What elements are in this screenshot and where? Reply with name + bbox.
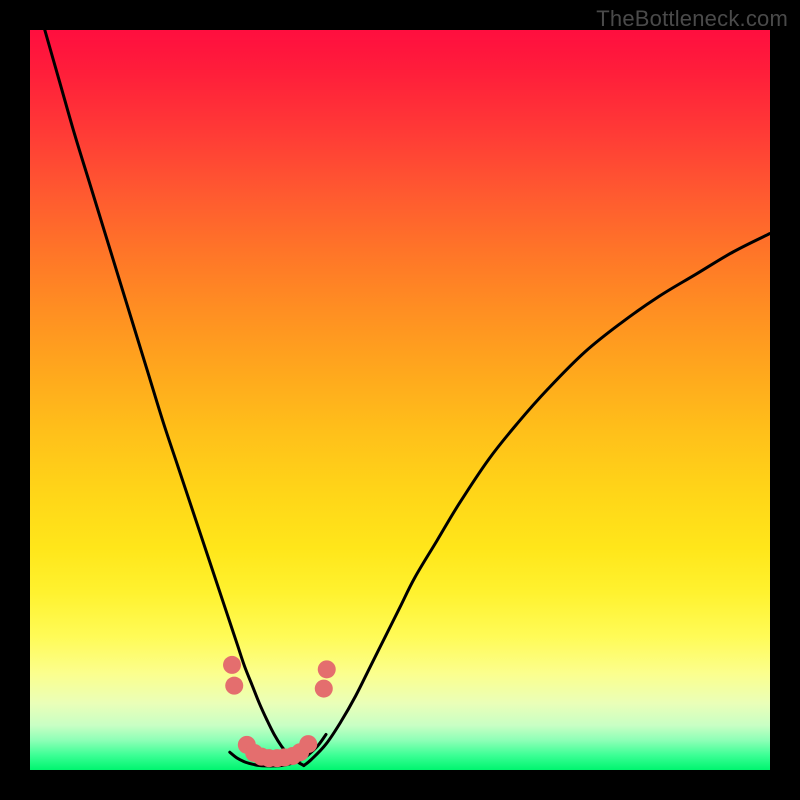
brand-watermark: TheBottleneck.com	[596, 6, 788, 32]
plot-area	[30, 30, 770, 770]
chart-svg	[30, 30, 770, 770]
curve-layer	[45, 30, 770, 766]
chart-frame: TheBottleneck.com	[0, 0, 800, 800]
curve-left-curve	[45, 30, 304, 766]
marker-dot	[315, 680, 333, 698]
marker-dot	[223, 656, 241, 674]
marker-dot	[318, 660, 336, 678]
curve-right-curve	[304, 234, 770, 766]
marker-dot	[225, 677, 243, 695]
marker-dot	[299, 735, 317, 753]
